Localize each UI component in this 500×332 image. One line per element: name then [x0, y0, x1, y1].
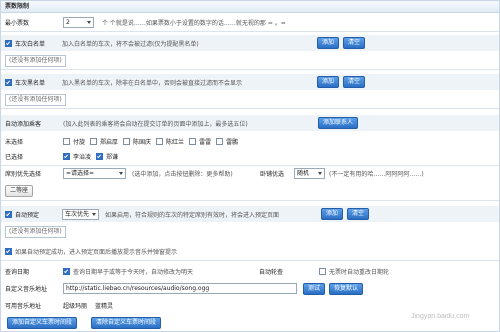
passenger-option[interactable]: 雷雷: [189, 137, 211, 146]
selected-row: 已选择 李治凌 郑谦: [1, 150, 499, 163]
passenger-checkbox[interactable]: [189, 138, 197, 145]
passenger-checkbox[interactable]: [96, 153, 104, 160]
music-url-input[interactable]: http://static.liebao.cn/resources/audio/…: [63, 283, 297, 294]
passenger-name: 雷鹏: [226, 139, 239, 146]
passenger-checkbox[interactable]: [216, 138, 224, 145]
auto-book-notice-row: 如果自动预定成功，进入预定页面后播放提示音乐并弹窗提示: [1, 245, 499, 257]
divider: [1, 200, 499, 201]
blacklist-desc: 加入黑名单的车次，除非在白名单中，否则会被直接过滤而不会显示: [62, 79, 243, 87]
auto-book-label: 自动预定: [15, 211, 40, 219]
auto-book-checkbox[interactable]: [5, 210, 12, 218]
auto-check-label: 自动轮查: [259, 268, 284, 276]
passenger-name: 李治凌: [73, 154, 92, 161]
passenger-checkbox[interactable]: [123, 138, 131, 145]
seat-priority-hint: (选中添加，点击按钮删除：更多帮助): [132, 171, 233, 178]
watermark-icon: Jingyan.baidu.com: [411, 313, 470, 320]
auto-book-mode-select[interactable]: 车次优先: [62, 208, 99, 220]
auto-book-add-button[interactable]: 添加: [321, 208, 344, 220]
blacklist-clear-button[interactable]: 清空: [343, 76, 366, 88]
whitelist-add-button[interactable]: 添加: [317, 37, 340, 49]
passenger-option[interactable]: 雷鹏: [216, 137, 238, 146]
whitelist-clear-button[interactable]: 清空: [343, 37, 366, 49]
unselected-row: 未选择 付旋 郑启厚 陈国庆 陈红兰 雷雷 雷鹏: [1, 135, 499, 148]
settings-panel: 票数限制 最小票数 2 个 个就是说……如果票数小于设置的数字的话……就无视的那…: [0, 0, 500, 332]
auto-passenger-row: 自动添加乘客 (加入此列表的乘客将会自动在提交订单的页面中添加上，最多选五位) …: [1, 115, 499, 131]
baidu-watermark-logo: Jingyan.baidu.com: [409, 307, 489, 323]
divider: [1, 69, 499, 70]
sleeper-select[interactable]: 随机: [294, 168, 325, 179]
auto-book-empty-box: (还没有添加任何项): [5, 226, 66, 238]
auto-book-clear-button[interactable]: 清空: [347, 208, 370, 220]
music-reset-button[interactable]: 恢复默认: [329, 282, 364, 295]
passenger-option[interactable]: 李治凌: [63, 152, 91, 161]
divider: [1, 31, 499, 32]
query-date-checkbox[interactable]: [63, 267, 70, 275]
min-votes-label: 最小票数: [5, 19, 30, 27]
seat-priority-row: 席别优先选择 =请选择= (选中添加，点击按钮删除：更多帮助) 卧铺优选 随机 …: [1, 167, 499, 180]
auto-check-desc: 无票时自动重改日期轮: [329, 268, 390, 276]
music-row: 自定义音乐地址 http://static.liebao.cn/resource…: [1, 282, 499, 295]
auto-book-desc: 如果启用，符合规则的车次的特定席别有效时，将会进入预定页面: [105, 211, 280, 219]
clear-time-period-button[interactable]: 清除自定义车票时间段: [91, 317, 162, 329]
music-option[interactable]: 蓝精灵: [95, 301, 113, 310]
passenger-checkbox[interactable]: [156, 138, 164, 145]
query-date-row: 查询日期 查询日期早于或等于今天时，自动修改为明天 自动轮查 无票时自动重改日期…: [1, 265, 499, 277]
min-votes-hint: 个 个就是说……如果票数小于设置的数字的话……就无视的那 = 。=: [102, 19, 286, 27]
min-votes-select[interactable]: 2: [63, 16, 94, 28]
whitelist-desc: 加入白名单的车次，将不会被过滤(仅为提配黑名单): [62, 40, 199, 48]
auto-check-checkbox[interactable]: [319, 267, 326, 275]
passenger-option[interactable]: 郑谦: [96, 152, 118, 161]
query-date-desc: 查询日期早于或等于今天时，自动修改为明天: [73, 268, 194, 276]
passenger-name: 陈红兰: [166, 139, 185, 146]
passenger-name: 付旋: [73, 139, 86, 146]
watermark-text: Jingyan.baidu.com: [411, 313, 470, 320]
selected-label: 已选择: [5, 154, 24, 161]
divider: [1, 165, 499, 166]
seat-priority-label: 席别优先选择: [5, 171, 42, 178]
passenger-option[interactable]: 陈红兰: [156, 137, 184, 146]
whitelist-label: 车次白名单: [15, 40, 46, 48]
sleeper-hint: (不一定有用的哈……阿阿阿阿……): [329, 171, 424, 178]
passenger-name: 雷雷: [199, 139, 212, 146]
auto-book-notice-checkbox[interactable]: [5, 247, 12, 255]
passenger-checkbox[interactable]: [90, 138, 98, 145]
passenger-option[interactable]: 郑启厚: [90, 137, 118, 146]
passenger-checkbox[interactable]: [63, 138, 70, 145]
whitelist-checkbox[interactable]: [5, 39, 12, 47]
music-test-button[interactable]: 测试: [303, 282, 326, 295]
add-contact-button[interactable]: 添加联系人: [318, 117, 359, 129]
add-time-period-button[interactable]: 添加自定义车票时间段: [7, 317, 78, 329]
blacklist-row: 车次黑名单 加入黑名单的车次，除非在白名单中，否则会被直接过滤而不会显示 添加 …: [1, 74, 499, 90]
min-votes-row: 最小票数 2 个 个就是说……如果票数小于设置的数字的话……就无视的那 = 。=: [1, 16, 499, 28]
blacklist-empty-box: (还没有添加任何项): [5, 94, 66, 106]
blacklist-add-button[interactable]: 添加: [317, 76, 340, 88]
blacklist-label: 车次黑名单: [15, 79, 46, 87]
music-option[interactable]: 超级玛丽: [63, 301, 87, 310]
auto-book-notice: 如果自动预定成功，进入预定页面后播放提示音乐并弹窗提示: [15, 248, 178, 256]
unselected-label: 未选择: [5, 139, 24, 146]
passenger-option[interactable]: 付旋: [63, 137, 85, 146]
passenger-name: 郑启厚: [100, 139, 119, 146]
auto-passenger-desc: (加入此列表的乘客将会自动在提交订单的页面中添加上，最多选五位): [63, 120, 248, 128]
passenger-checkbox[interactable]: [63, 153, 70, 160]
whitelist-row: 车次白名单 加入白名单的车次，将不会被过滤(仅为提配黑名单) 添加 清空: [1, 35, 499, 51]
divider: [1, 108, 499, 109]
second-class-seat-tag[interactable]: 二等座: [5, 185, 34, 197]
blacklist-checkbox[interactable]: [5, 78, 12, 86]
auto-passenger-label: 自动添加乘客: [5, 120, 42, 128]
query-date-label: 查询日期: [5, 268, 30, 276]
seat-priority-select[interactable]: =请选择=: [63, 168, 126, 179]
divider: [1, 260, 499, 261]
passenger-name: 郑谦: [106, 154, 119, 161]
whitelist-empty-box: (还没有添加任何项): [5, 55, 66, 67]
music-label: 自定义音乐地址: [5, 286, 48, 293]
passenger-option[interactable]: 陈国庆: [123, 137, 151, 146]
sleeper-label: 卧铺优选: [260, 171, 285, 178]
section-title: 票数限制: [1, 1, 499, 13]
passenger-name: 陈国庆: [133, 139, 152, 146]
auto-book-row: 自动预定 车次优先 如果启用，符合规则的车次的特定席别有效时，将会进入预定页面 …: [1, 206, 499, 222]
available-music-label: 可用音乐地址: [5, 302, 42, 310]
